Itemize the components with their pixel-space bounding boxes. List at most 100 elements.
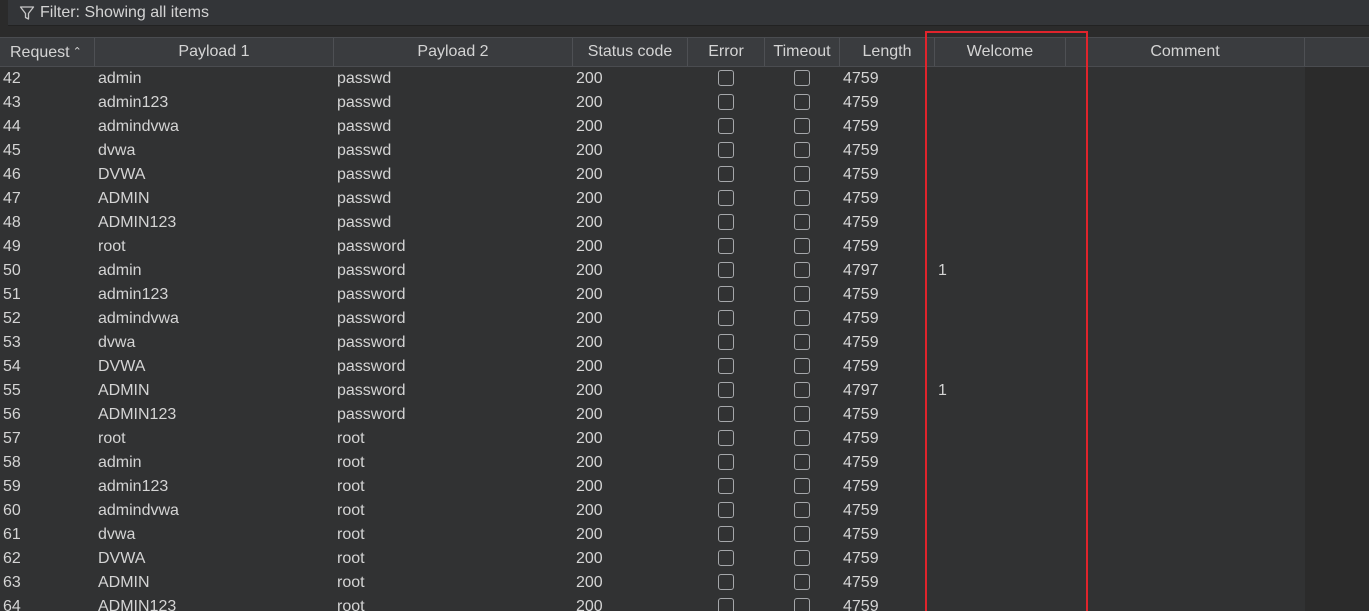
table-row[interactable]: 42 admin passwd 200 4759 xyxy=(0,67,1305,91)
column-header-comment[interactable]: Comment xyxy=(1066,38,1305,66)
timeout-checkbox[interactable] xyxy=(794,70,810,86)
error-checkbox[interactable] xyxy=(718,214,734,230)
column-header-error[interactable]: Error xyxy=(688,38,765,66)
cell-payload2: root xyxy=(337,598,365,611)
error-checkbox[interactable] xyxy=(718,70,734,86)
table-row[interactable]: 62 DVWA root 200 4759 xyxy=(0,547,1305,571)
timeout-checkbox[interactable] xyxy=(794,550,810,566)
error-checkbox[interactable] xyxy=(718,334,734,350)
table-row[interactable]: 50 admin password 200 4797 1 xyxy=(0,259,1305,283)
column-header-payload2[interactable]: Payload 2 xyxy=(334,38,573,66)
cell-payload2: password xyxy=(337,382,406,399)
cell-request: 61 xyxy=(3,526,21,543)
table-row[interactable]: 55 ADMIN password 200 4797 1 xyxy=(0,379,1305,403)
cell-length: 4759 xyxy=(843,214,879,231)
table-row[interactable]: 43 admin123 passwd 200 4759 xyxy=(0,91,1305,115)
table-row[interactable]: 46 DVWA passwd 200 4759 xyxy=(0,163,1305,187)
timeout-checkbox[interactable] xyxy=(794,406,810,422)
table-row[interactable]: 63 ADMIN root 200 4759 xyxy=(0,571,1305,595)
cell-payload2: password xyxy=(337,358,406,375)
column-header-payload1[interactable]: Payload 1 xyxy=(95,38,334,66)
cell-payload1: ADMIN xyxy=(98,382,150,399)
error-checkbox[interactable] xyxy=(718,502,734,518)
table-row[interactable]: 54 DVWA password 200 4759 xyxy=(0,355,1305,379)
column-header-payload1-label: Payload 1 xyxy=(178,43,250,60)
table-row[interactable]: 58 admin root 200 4759 xyxy=(0,451,1305,475)
table-row[interactable]: 57 root root 200 4759 xyxy=(0,427,1305,451)
cell-payload1: admin xyxy=(98,454,142,471)
timeout-checkbox[interactable] xyxy=(794,238,810,254)
error-checkbox[interactable] xyxy=(718,286,734,302)
timeout-checkbox[interactable] xyxy=(794,142,810,158)
timeout-checkbox[interactable] xyxy=(794,502,810,518)
timeout-checkbox[interactable] xyxy=(794,526,810,542)
timeout-checkbox[interactable] xyxy=(794,286,810,302)
timeout-checkbox[interactable] xyxy=(794,190,810,206)
timeout-checkbox[interactable] xyxy=(794,118,810,134)
cell-request: 46 xyxy=(3,166,21,183)
column-header-length[interactable]: Length xyxy=(840,38,935,66)
cell-status-code: 200 xyxy=(576,70,603,87)
error-checkbox[interactable] xyxy=(718,238,734,254)
cell-length: 4759 xyxy=(843,166,879,183)
timeout-checkbox[interactable] xyxy=(794,166,810,182)
column-header-request[interactable]: Request ⌃ xyxy=(0,38,95,66)
error-checkbox[interactable] xyxy=(718,430,734,446)
error-checkbox[interactable] xyxy=(718,478,734,494)
timeout-checkbox[interactable] xyxy=(794,214,810,230)
table-row[interactable]: 52 admindvwa password 200 4759 xyxy=(0,307,1305,331)
timeout-checkbox[interactable] xyxy=(794,358,810,374)
error-checkbox[interactable] xyxy=(718,94,734,110)
cell-request: 48 xyxy=(3,214,21,231)
timeout-checkbox[interactable] xyxy=(794,430,810,446)
cell-payload1: dvwa xyxy=(98,526,136,543)
error-checkbox[interactable] xyxy=(718,406,734,422)
table-row[interactable]: 45 dvwa passwd 200 4759 xyxy=(0,139,1305,163)
error-checkbox[interactable] xyxy=(718,454,734,470)
cell-status-code: 200 xyxy=(576,310,603,327)
error-checkbox[interactable] xyxy=(718,166,734,182)
cell-request: 45 xyxy=(3,142,21,159)
cell-length: 4759 xyxy=(843,334,879,351)
error-checkbox[interactable] xyxy=(718,118,734,134)
table-row[interactable]: 44 admindvwa passwd 200 4759 xyxy=(0,115,1305,139)
table-row[interactable]: 56 ADMIN123 password 200 4759 xyxy=(0,403,1305,427)
error-checkbox[interactable] xyxy=(718,262,734,278)
column-header-timeout[interactable]: Timeout xyxy=(765,38,840,66)
timeout-checkbox[interactable] xyxy=(794,598,810,611)
table-row[interactable]: 60 admindvwa root 200 4759 xyxy=(0,499,1305,523)
cell-payload1: dvwa xyxy=(98,334,136,351)
table-row[interactable]: 47 ADMIN passwd 200 4759 xyxy=(0,187,1305,211)
table-row[interactable]: 49 root password 200 4759 xyxy=(0,235,1305,259)
error-checkbox[interactable] xyxy=(718,142,734,158)
filter-bar[interactable]: Filter: Showing all items xyxy=(8,0,1369,26)
column-header-welcome[interactable]: Welcome xyxy=(935,38,1066,66)
column-header-status[interactable]: Status code xyxy=(573,38,688,66)
timeout-checkbox[interactable] xyxy=(794,310,810,326)
error-checkbox[interactable] xyxy=(718,358,734,374)
error-checkbox[interactable] xyxy=(718,574,734,590)
error-checkbox[interactable] xyxy=(718,526,734,542)
table-row[interactable]: 53 dvwa password 200 4759 xyxy=(0,331,1305,355)
timeout-checkbox[interactable] xyxy=(794,574,810,590)
error-checkbox[interactable] xyxy=(718,382,734,398)
timeout-checkbox[interactable] xyxy=(794,262,810,278)
timeout-checkbox[interactable] xyxy=(794,334,810,350)
table-row[interactable]: 48 ADMIN123 passwd 200 4759 xyxy=(0,211,1305,235)
error-checkbox[interactable] xyxy=(718,190,734,206)
error-checkbox[interactable] xyxy=(718,310,734,326)
timeout-checkbox[interactable] xyxy=(794,454,810,470)
table-row[interactable]: 51 admin123 password 200 4759 xyxy=(0,283,1305,307)
error-checkbox[interactable] xyxy=(718,598,734,611)
timeout-checkbox[interactable] xyxy=(794,382,810,398)
cell-payload1: ADMIN xyxy=(98,574,150,591)
table-row[interactable]: 59 admin123 root 200 4759 xyxy=(0,475,1305,499)
timeout-checkbox[interactable] xyxy=(794,478,810,494)
table-row[interactable]: 64 ADMIN123 root 200 4759 xyxy=(0,595,1305,611)
cell-length: 4759 xyxy=(843,454,879,471)
cell-payload1: admindvwa xyxy=(98,118,179,135)
table-row[interactable]: 61 dvwa root 200 4759 xyxy=(0,523,1305,547)
cell-request: 57 xyxy=(3,430,21,447)
timeout-checkbox[interactable] xyxy=(794,94,810,110)
error-checkbox[interactable] xyxy=(718,550,734,566)
